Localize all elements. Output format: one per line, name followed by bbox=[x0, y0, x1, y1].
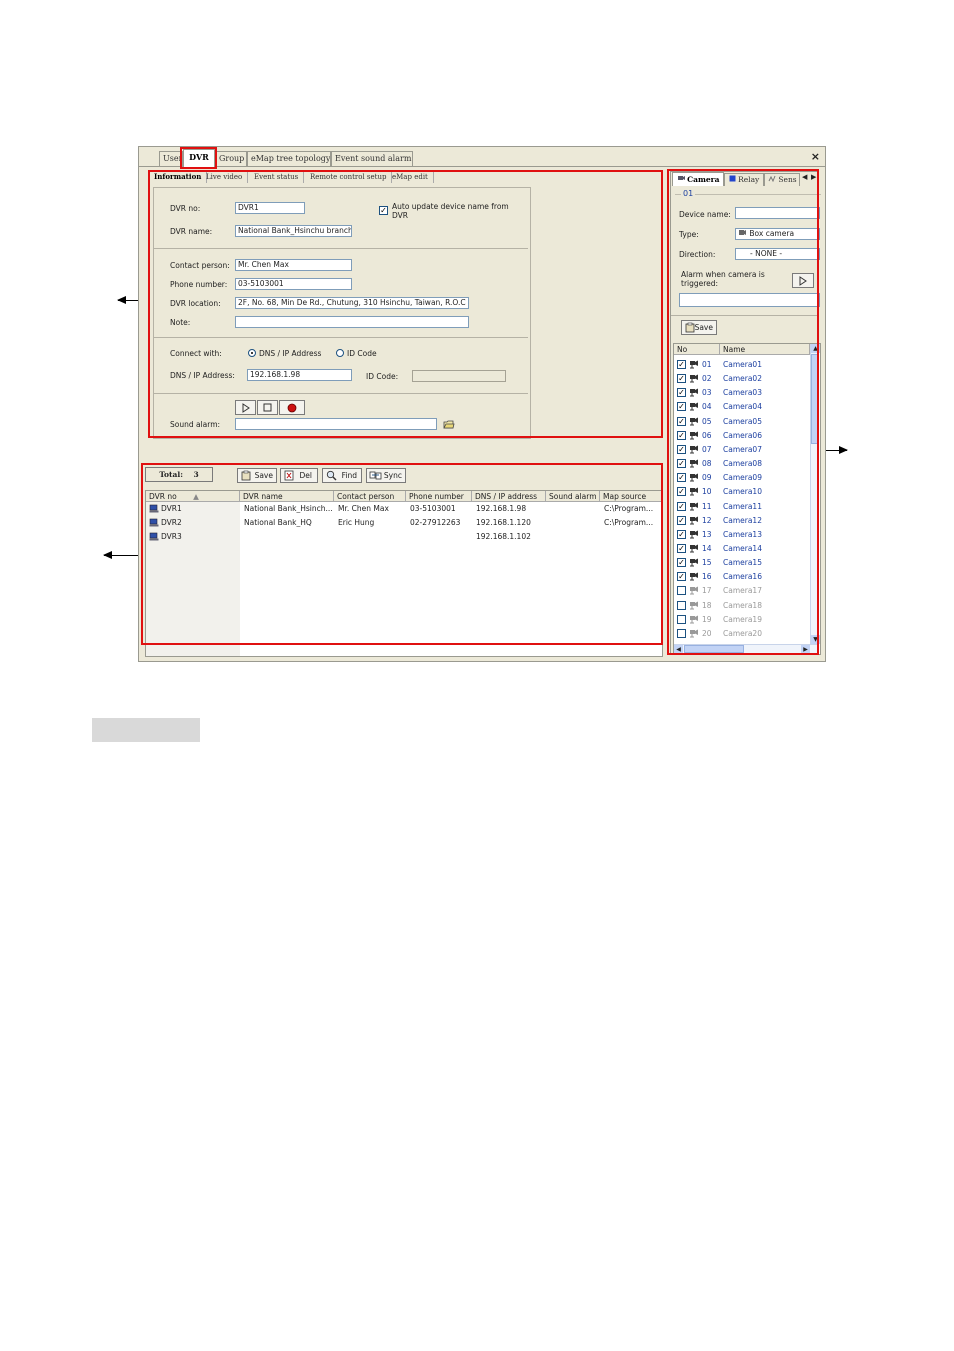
tab-event-sound-alarm[interactable]: Event sound alarm bbox=[331, 151, 413, 166]
tab-emap-tree[interactable]: eMap tree topology bbox=[247, 151, 331, 166]
main-tabbar: User DVR Group eMap tree topology Event … bbox=[139, 147, 825, 167]
app-window: User DVR Group eMap tree topology Event … bbox=[138, 146, 826, 662]
info-form-highlight bbox=[148, 170, 663, 438]
callout-arrow-list bbox=[103, 551, 140, 559]
close-icon[interactable]: × bbox=[811, 150, 820, 163]
tab-group[interactable]: Group bbox=[215, 151, 247, 166]
camera-panel-highlight bbox=[667, 169, 819, 655]
caption-placeholder bbox=[92, 718, 200, 742]
dvr-tab-highlight bbox=[180, 147, 217, 169]
list-highlight bbox=[141, 463, 663, 645]
